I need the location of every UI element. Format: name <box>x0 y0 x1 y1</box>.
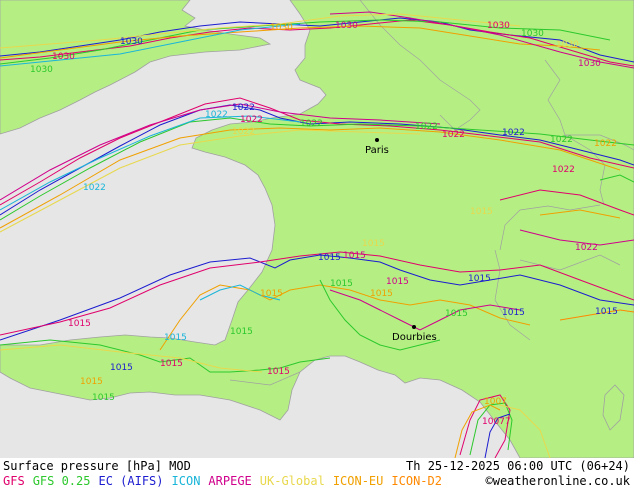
legend-item-arpege: ARPEGE <box>208 474 252 488</box>
isobar-label: 1015 <box>92 393 115 403</box>
isobar-label: 1022 <box>594 139 617 149</box>
isobar-label: 1030 <box>335 21 358 31</box>
isobar-label: 1022 <box>205 110 228 120</box>
isobar-label: 1015 <box>80 377 103 387</box>
isobar-label: 1015 <box>330 279 353 289</box>
isobar-label: 1015 <box>470 207 493 217</box>
legend-item-gfs025: GFS 0.25 <box>32 474 91 488</box>
isobar-label: 1022 <box>415 122 438 132</box>
isobar-label: 1015 <box>68 319 91 329</box>
isobar-label: 1030 <box>30 65 53 75</box>
isobar-label: 1015 <box>468 274 491 284</box>
isobar-label: 1022 <box>442 130 465 140</box>
isobar-label: 1022 <box>232 103 255 113</box>
isobar-label: 1015 <box>370 289 393 299</box>
isobar-label: 1022 <box>502 128 525 138</box>
isobar-label: 1015 <box>110 363 133 373</box>
map-canvas: 1030 1030 1030 1030 1030 1030 1030 1030 … <box>0 0 634 458</box>
city-label: Paris <box>365 145 389 156</box>
isobar-label: 10077 <box>482 417 511 427</box>
isobar-label: 1030 <box>52 52 75 62</box>
legend-item-icon-d2: ICON-D2 <box>391 474 442 488</box>
legend-item-icon: ICON <box>171 474 201 488</box>
isobar-label: 1015 <box>318 253 341 263</box>
isobar-label: 1015 <box>502 308 525 318</box>
legend-item-uk-global: UK-Global <box>259 474 325 488</box>
isobar-label: 1022 <box>550 135 573 145</box>
legend-item-gfs: GFS <box>3 474 25 488</box>
isobar-label: 1022 <box>232 127 255 137</box>
isobar-label: 1022 <box>300 119 323 129</box>
isobar-label: 1015 <box>386 277 409 287</box>
isobar-label: 1015 <box>164 333 187 343</box>
isobar-label: 1015 <box>343 251 366 261</box>
legend-item-ec-aifs: EC (AIFS) <box>98 474 164 488</box>
isobar-label: 1015 <box>595 307 618 317</box>
footer: Surface pressure [hPa] MOD Th 25-12-2025… <box>0 458 634 490</box>
isobar-label: 1015 <box>267 367 290 377</box>
isobar-label: 1015 <box>260 289 283 299</box>
city-label: Dourbies <box>392 332 437 343</box>
isobar-label: 1022 <box>240 115 263 125</box>
isobar-label: 1022 <box>552 165 575 175</box>
model-legend: GFS GFS 0.25 EC (AIFS) ICON ARPEGE UK-Global I… <box>3 474 450 488</box>
isobar-label: 1007 <box>484 397 507 407</box>
isobar-label: 1015 <box>160 359 183 369</box>
city-dot-icon <box>412 325 416 329</box>
isobar-label: 1015 <box>230 327 253 337</box>
isobar-label: 1030 <box>521 29 544 39</box>
site-credit[interactable]: ©weatheronline.co.uk <box>486 474 631 488</box>
legend-item-icon-eu: ICON-EU <box>332 474 384 488</box>
map-title: Surface pressure [hPa] MOD <box>3 459 191 473</box>
isobar-label: 1030 <box>487 21 510 31</box>
isobar-label: 1022 <box>575 243 598 253</box>
forecast-datetime: Th 25-12-2025 06:00 UTC (06+24) <box>406 459 630 473</box>
isobar-label: 1022 <box>83 183 106 193</box>
isobar-label: 1030 <box>578 59 601 69</box>
city-dot-icon <box>375 138 379 142</box>
isobar-label: 1015 <box>445 309 468 319</box>
isobar-label: 1030 <box>556 40 579 50</box>
isobar-label: 1015 <box>362 239 385 249</box>
isobar-label: 1030 <box>270 23 293 33</box>
map-area: 1030 1030 1030 1030 1030 1030 1030 1030 … <box>0 0 634 458</box>
isobar-label: 1030 <box>120 37 143 47</box>
